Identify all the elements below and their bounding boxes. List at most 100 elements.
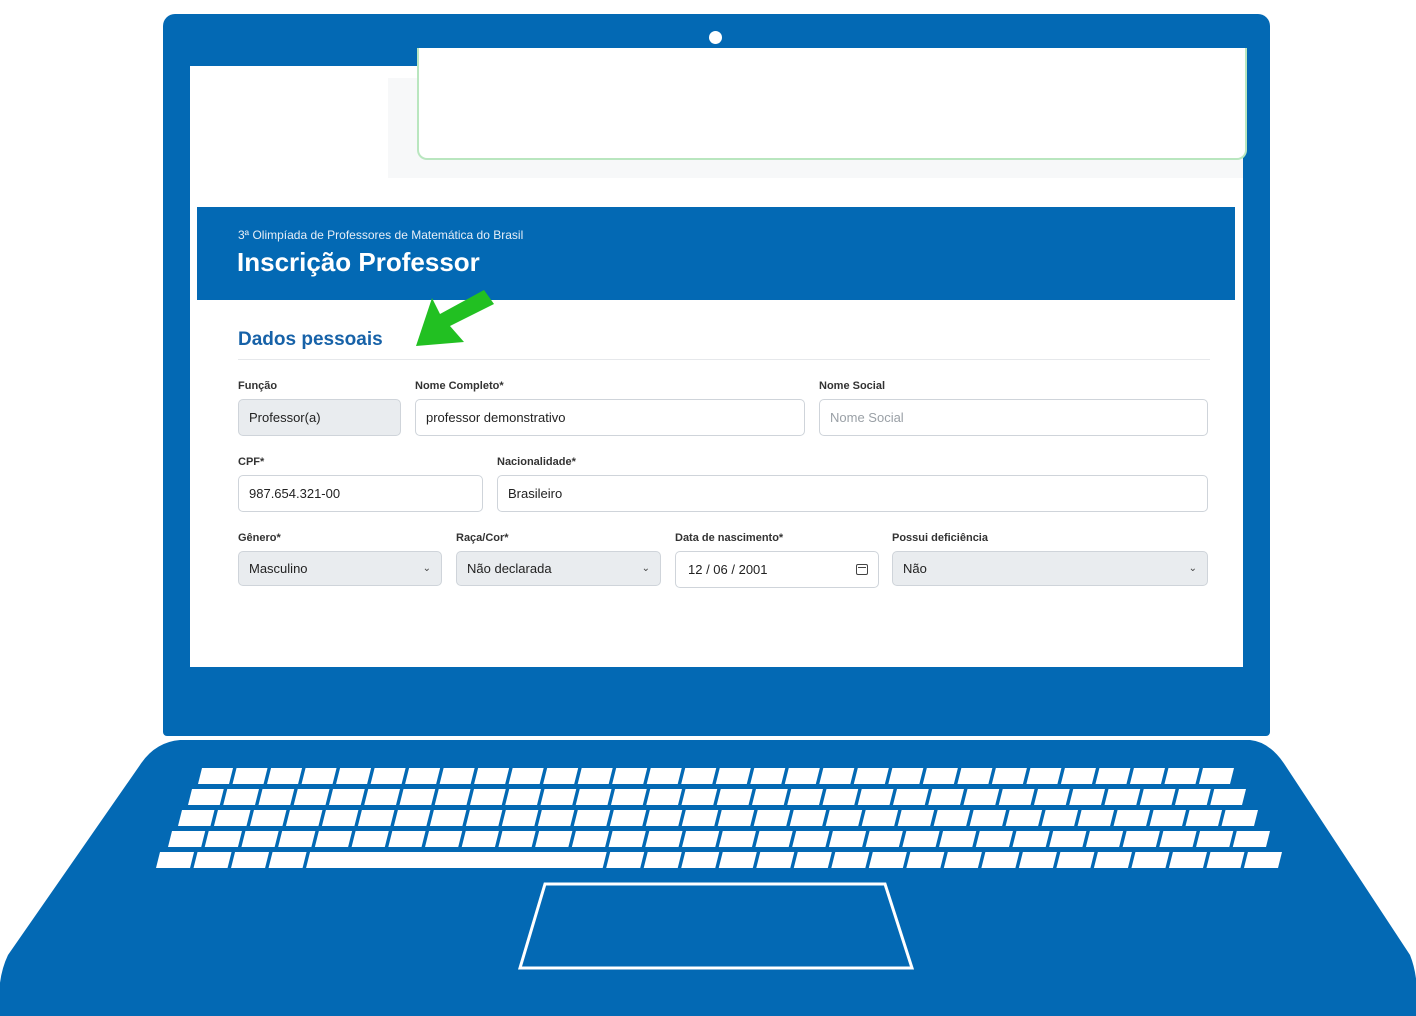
keyboard-key xyxy=(1049,831,1087,847)
nacionalidade-label: Nacionalidade* xyxy=(497,456,576,468)
keyboard-key xyxy=(571,831,610,847)
deficiencia-select[interactable]: Não ⌄ xyxy=(892,551,1208,586)
keyboard-key xyxy=(1026,768,1062,784)
calendar-icon[interactable] xyxy=(856,564,868,575)
cpf-value: 987.654.321-00 xyxy=(249,486,341,501)
keyboard-key xyxy=(465,810,503,826)
keyboard-key xyxy=(893,789,929,805)
keyboard-key xyxy=(1113,810,1151,826)
keyboard-key xyxy=(1095,768,1131,784)
keyboard-key xyxy=(1175,789,1211,805)
nacionalidade-input[interactable]: Brasileiro xyxy=(497,475,1208,512)
keyboard-key xyxy=(753,810,791,826)
keyboard-key xyxy=(168,831,206,847)
keyboard-key xyxy=(939,831,977,847)
keyboard-key xyxy=(575,789,612,805)
data-nascimento-input[interactable]: 12 / 06 / 2001 xyxy=(675,551,879,588)
genero-value: Masculino xyxy=(249,561,308,576)
data-nascimento-label: Data de nascimento* xyxy=(675,532,784,544)
keyboard-key xyxy=(646,768,682,784)
previous-section-strip xyxy=(198,48,1247,178)
keyboard-key xyxy=(819,768,855,784)
keyboard-key xyxy=(241,831,279,847)
keyboard-key xyxy=(293,789,330,805)
keyboard-key xyxy=(370,768,406,784)
chevron-down-icon: ⌄ xyxy=(422,563,431,574)
chevron-down-icon: ⌄ xyxy=(641,563,650,574)
keyboard-key xyxy=(1221,810,1258,826)
keyboard-key xyxy=(888,768,924,784)
keyboard-key xyxy=(505,789,541,805)
cpf-input[interactable]: 987.654.321-00 xyxy=(238,475,483,512)
keyboard-key xyxy=(1232,831,1270,847)
keyboard-key xyxy=(258,789,295,805)
raca-cor-select[interactable]: Não declarada ⌄ xyxy=(456,551,661,586)
keyboard-key xyxy=(193,852,232,868)
keyboard-key xyxy=(998,789,1035,805)
keyboard-key xyxy=(285,810,323,826)
keyboard-key xyxy=(1185,810,1223,826)
keyboard-key xyxy=(718,852,757,868)
keyboard-key xyxy=(399,789,436,805)
nome-social-placeholder: Nome Social xyxy=(830,410,904,425)
keyboard-key xyxy=(646,789,682,805)
nome-completo-label: Nome Completo* xyxy=(415,380,504,392)
keyboard-key xyxy=(573,810,611,826)
cpf-label: CPF* xyxy=(238,456,265,468)
keyboard-key xyxy=(606,852,645,868)
previous-section-box xyxy=(417,48,1247,160)
funcao-label: Função xyxy=(238,380,278,392)
keyboard-key xyxy=(957,768,993,784)
genero-select[interactable]: Masculino ⌄ xyxy=(238,551,442,586)
keyboard-key xyxy=(223,789,259,805)
keyboard-key xyxy=(204,831,242,847)
keyboard-key xyxy=(611,789,647,805)
keyboard-key xyxy=(681,810,719,826)
nome-completo-input[interactable]: professor demonstrativo xyxy=(415,399,805,436)
keyboard-key xyxy=(470,789,506,805)
keyboard-key xyxy=(543,768,579,784)
header-banner: 3ª Olimpíada de Professores de Matemátic… xyxy=(197,207,1235,300)
keyboard-key xyxy=(1122,831,1160,847)
nome-social-input[interactable]: Nome Social xyxy=(819,399,1208,436)
keyboard-key xyxy=(1041,810,1079,826)
keyboard-key xyxy=(501,810,539,826)
keyboard-key xyxy=(508,768,544,784)
nacionalidade-value: Brasileiro xyxy=(508,486,563,501)
nome-completo-value: professor demonstrativo xyxy=(426,410,566,425)
keyboard-key xyxy=(388,831,426,847)
keyboard-key xyxy=(232,768,268,784)
keyboard-key xyxy=(278,831,316,847)
keyboard-key xyxy=(922,768,958,784)
keyboard-key xyxy=(681,852,720,868)
page-title: Inscrição Professor xyxy=(237,247,480,277)
keyboard-key xyxy=(429,810,467,826)
keyboard-key xyxy=(336,768,372,784)
funcao-field: Professor(a) xyxy=(238,399,401,436)
keyboard-key xyxy=(213,810,251,826)
keyboard-key xyxy=(715,768,751,784)
keyboard-key xyxy=(301,768,337,784)
keyboard-key xyxy=(1196,831,1234,847)
keyboard-spacebar xyxy=(306,852,607,868)
keyboard-key xyxy=(314,831,353,847)
funcao-value: Professor(a) xyxy=(249,410,321,425)
keyboard-key xyxy=(178,810,215,826)
keyboard-key xyxy=(1139,789,1176,805)
keyboard-key xyxy=(1077,810,1115,826)
keyboard-key xyxy=(981,852,1020,868)
keyboard-key xyxy=(1131,852,1170,868)
keyboard-key xyxy=(789,810,827,826)
keyboard-key xyxy=(1129,768,1165,784)
keyboard-key xyxy=(853,768,889,784)
keyboard-key xyxy=(825,810,863,826)
keyboard-key xyxy=(1069,789,1105,805)
keyboard-key xyxy=(897,810,935,826)
keyboard-key xyxy=(498,831,536,847)
keyboard-key xyxy=(681,768,717,784)
keyboard-key xyxy=(612,768,648,784)
keyboard-key xyxy=(861,810,899,826)
keyboard-key xyxy=(461,831,499,847)
keyboard-key xyxy=(1168,852,1207,868)
keyboard-key xyxy=(682,831,720,847)
